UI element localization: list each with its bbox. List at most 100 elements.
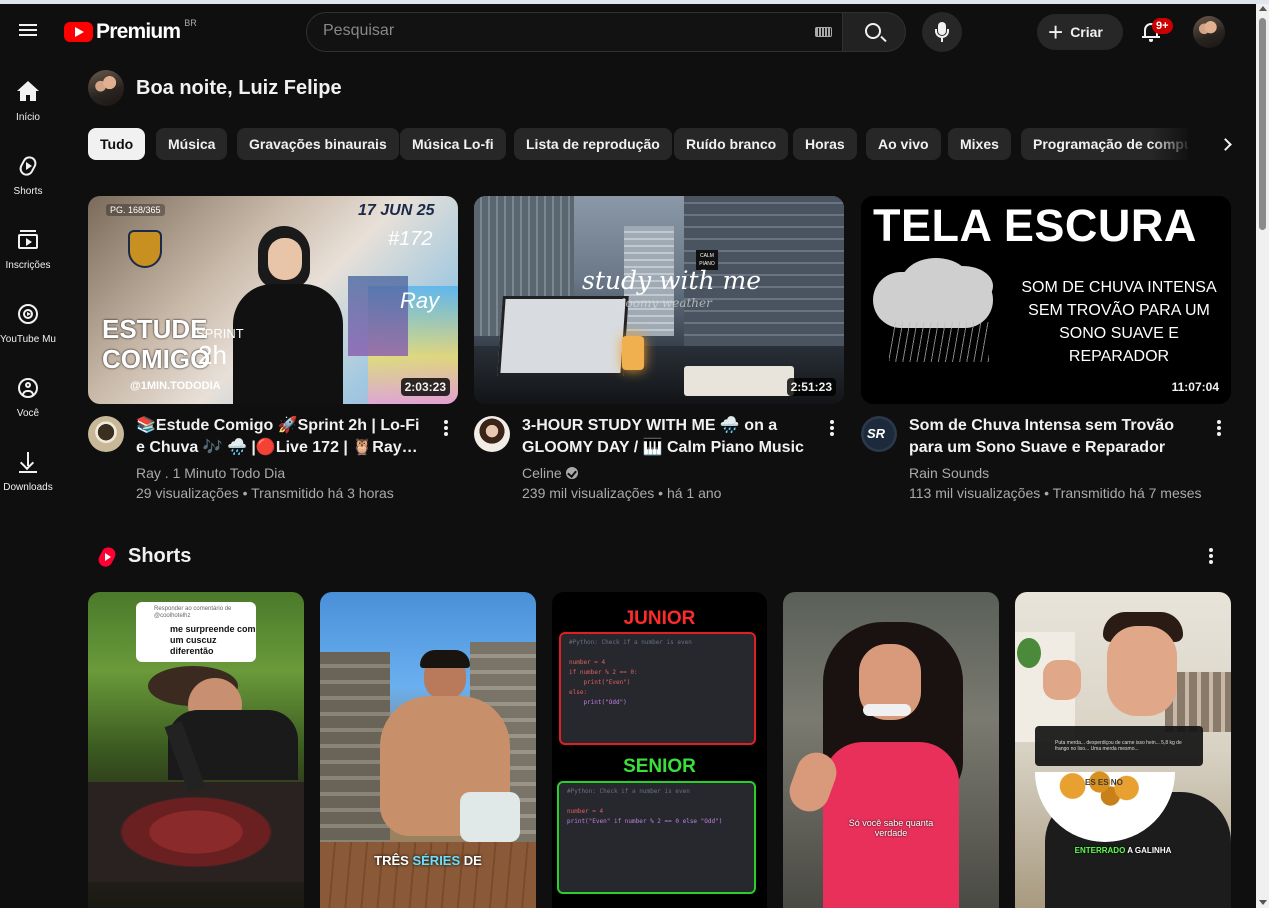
- download-icon: [16, 450, 40, 474]
- scroll-up-icon[interactable]: [1259, 6, 1267, 11]
- short-card[interactable]: JUNIOR #Python: Check if a number is eve…: [552, 592, 767, 908]
- create-label: Criar: [1070, 24, 1103, 40]
- keyboard-icon[interactable]: [815, 27, 832, 37]
- code-line: number = 4: [569, 659, 606, 666]
- search-input[interactable]: [323, 22, 803, 40]
- channel-name[interactable]: Ray . 1 Minuto Todo Dia: [136, 465, 285, 481]
- thumb-number: #172: [388, 228, 433, 250]
- video-thumbnail[interactable]: TELA ESCURA SOM DE CHUVA INTENSA SEM TRO…: [861, 196, 1231, 404]
- short-card[interactable]: TRÊS SÉRIES DE: [320, 592, 536, 908]
- greeting-avatar[interactable]: [88, 70, 124, 106]
- video-title[interactable]: 📚Estude Comigo 🚀Sprint 2h | Lo-Fi e Chuv…: [136, 415, 428, 459]
- scroll-down-icon[interactable]: [1259, 900, 1267, 905]
- channel-avatar[interactable]: SR: [861, 416, 897, 452]
- search-button[interactable]: [842, 12, 906, 52]
- short-card[interactable]: Só você sabe quanta verdade: [783, 592, 999, 908]
- page-scrollbar[interactable]: [1256, 4, 1269, 908]
- caption-part-highlight: ENTERRADO: [1074, 846, 1126, 855]
- code-line: print("Even" if number % 2 == 0 else "Od…: [567, 818, 723, 825]
- shorts-heading: Shorts: [128, 545, 192, 567]
- comment-header: Responder ao comentário de @coolhotelhz: [154, 606, 232, 619]
- notification-count-badge: 9+: [1152, 18, 1173, 34]
- chip-ruido-branco[interactable]: Ruído branco: [674, 128, 789, 160]
- thumb-date: 17 JUN 25: [358, 202, 435, 219]
- short-caption: ENTERRADO A GALINHA: [1015, 846, 1231, 855]
- chip-horas[interactable]: Horas: [793, 128, 857, 160]
- channel-name: Celine: [522, 465, 562, 481]
- video-title[interactable]: 3-HOUR STUDY WITH ME 🌧️ on a GLOOMY DAY …: [522, 415, 814, 459]
- video-title[interactable]: Som de Chuva Intensa sem Trovão para um …: [909, 415, 1201, 459]
- you-icon: [16, 376, 40, 400]
- country-code: BR: [184, 18, 197, 28]
- youtube-play-logo-icon: [64, 22, 93, 42]
- sidebar-item-subscriptions[interactable]: Inscrições: [0, 208, 56, 282]
- thumb-gloomy: gloomy weather: [614, 296, 712, 310]
- thumb-handle: @1MIN.TODODIA: [130, 380, 221, 392]
- sidebar-item-youtube-music[interactable]: YouTube Mu…: [0, 282, 56, 356]
- code-line: print("Odd"): [569, 699, 627, 706]
- more-actions-icon[interactable]: [830, 420, 834, 436]
- youtube-premium-logo[interactable]: Premium BR: [64, 18, 197, 44]
- account-avatar[interactable]: [1193, 16, 1225, 48]
- thumb-estude: ESTUDE: [102, 314, 208, 344]
- more-actions-icon[interactable]: [1217, 420, 1221, 436]
- sidebar-item-label: YouTube Mu…: [0, 334, 56, 345]
- channel-name[interactable]: Rain Sounds: [909, 465, 989, 481]
- video-thumbnail[interactable]: CALM PIANO study with me gloomy weather …: [474, 196, 844, 404]
- channel-avatar[interactable]: [88, 416, 124, 452]
- chip-ao-vivo[interactable]: Ao vivo: [866, 128, 941, 160]
- sidebar-item-label: Você: [16, 408, 40, 419]
- code-line: #Python: Check if a number is even: [567, 788, 690, 795]
- video-duration: 2:03:23: [400, 378, 450, 396]
- junior-label: JUNIOR: [623, 608, 696, 629]
- chip-mixes[interactable]: Mixes: [948, 128, 1011, 160]
- channel-name-row[interactable]: Celine: [522, 465, 578, 481]
- police-badge-icon: [128, 230, 162, 268]
- short-card[interactable]: Puta merda... desperdiçou de carne isso …: [1015, 592, 1231, 908]
- code-line: else:: [569, 689, 588, 696]
- channel-avatar[interactable]: [474, 416, 510, 452]
- home-icon: [16, 80, 40, 104]
- short-card[interactable]: Responder ao comentário de @coolhotelhz …: [88, 592, 304, 908]
- senior-label: SENIOR: [623, 756, 696, 777]
- comment-text: me surpreende com um cuscuz diferentão: [170, 624, 256, 656]
- sidebar-item-shorts[interactable]: Shorts: [0, 134, 56, 208]
- thumb-comigo: COMIGO: [102, 344, 211, 374]
- sidebar-item-label: Inscrições: [5, 260, 51, 271]
- code-line: if number % 2 == 0:: [569, 669, 638, 676]
- thumb-title: TELA ESCURA: [873, 200, 1197, 251]
- video-duration: 11:07:04: [1167, 378, 1223, 396]
- chip-tudo[interactable]: Tudo: [88, 128, 146, 160]
- chevron-right-icon[interactable]: [1212, 128, 1244, 160]
- video-duration: 2:51:23: [786, 378, 836, 396]
- scrollbar-thumb[interactable]: [1259, 18, 1266, 230]
- chip-gravacoes-binaurais[interactable]: Gravações binaurais: [237, 128, 399, 160]
- menu-icon[interactable]: [16, 20, 40, 44]
- shirt-text: ES ES NO: [1085, 778, 1123, 787]
- video-metadata: 113 mil visualizações • Transmitido há 7…: [909, 485, 1202, 501]
- sidebar-item-you[interactable]: Você: [0, 356, 56, 430]
- caption-part-highlight: SÉRIES: [412, 853, 461, 868]
- chip-lista-de-reproducao[interactable]: Lista de reprodução: [514, 128, 672, 160]
- thumb-study-with-me: study with me: [582, 266, 762, 295]
- video-thumbnail[interactable]: PG. 168/365 17 JUN 25 #172 Ray ESTUDE CO…: [88, 196, 458, 404]
- caption-part: A GALINHA: [1125, 846, 1172, 855]
- thumb-estude-comigo: ESTUDE COMIGO: [102, 314, 210, 374]
- code-line: #Python: Check if a number is even: [569, 639, 692, 646]
- voice-search-button[interactable]: [922, 12, 962, 52]
- code-line: number = 4: [567, 808, 604, 815]
- create-button[interactable]: + Criar: [1037, 14, 1123, 50]
- more-actions-icon[interactable]: [444, 420, 448, 436]
- shorts-more-icon[interactable]: [1209, 548, 1213, 564]
- shorts-logo-icon: [96, 544, 118, 570]
- chip-musica-lofi[interactable]: Música Lo-fi: [400, 128, 506, 160]
- sidebar-item-home[interactable]: Início: [0, 60, 56, 134]
- code-line: print("Even"): [569, 679, 631, 686]
- junior-code-box: #Python: Check if a number is even numbe…: [559, 632, 756, 745]
- greeting-text: Boa noite, Luiz Felipe: [136, 77, 342, 99]
- sidebar-item-downloads[interactable]: Downloads: [0, 430, 56, 504]
- chip-musica[interactable]: Música: [156, 128, 228, 160]
- thumb-ray: Ray: [400, 288, 440, 313]
